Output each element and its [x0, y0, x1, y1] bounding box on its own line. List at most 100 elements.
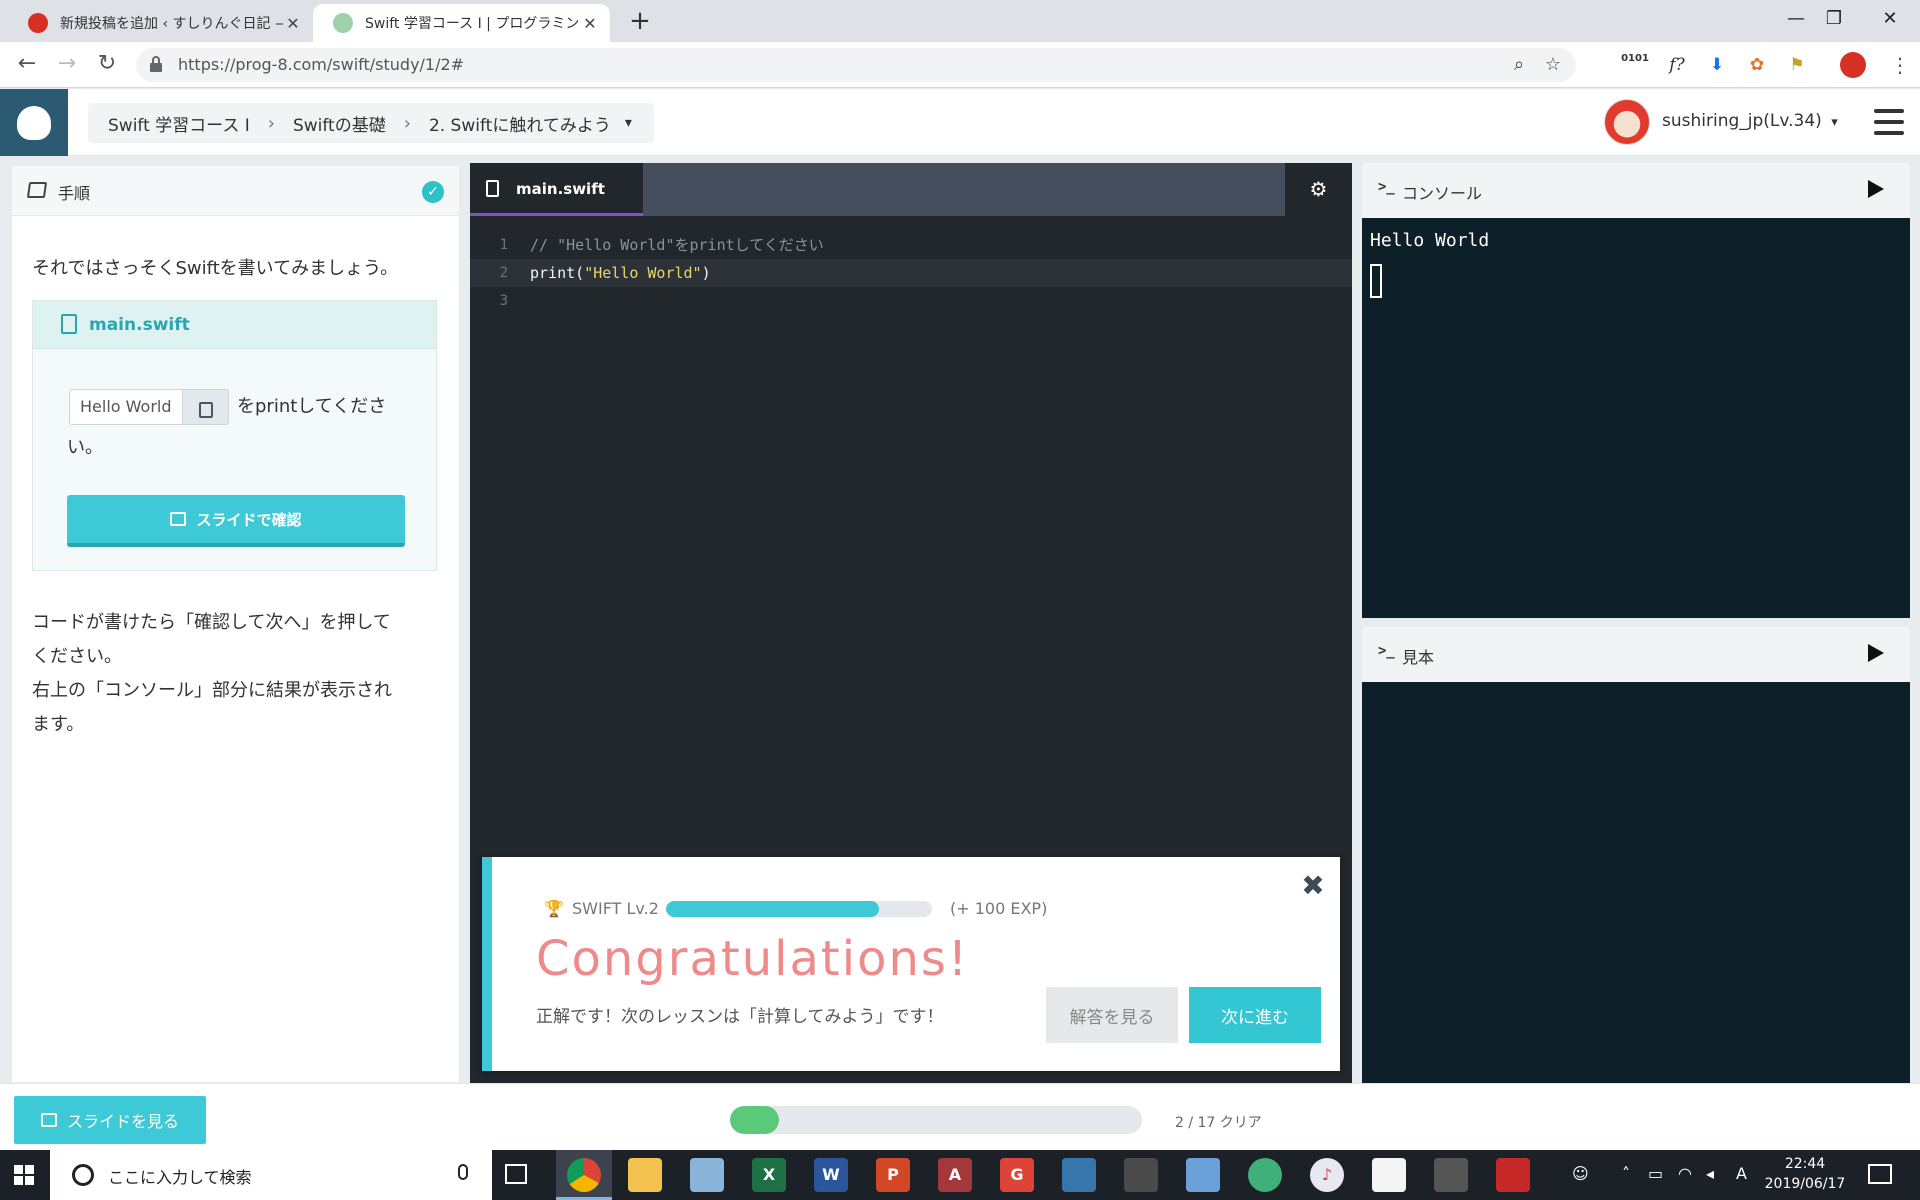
notification-icon[interactable]	[1868, 1164, 1892, 1184]
flag-extension-icon[interactable]: ⚑	[1782, 50, 1812, 80]
close-icon[interactable]: ✕	[580, 14, 600, 33]
progress-label: 2 / 17 クリア	[1175, 1115, 1262, 1131]
console-cursor	[1370, 264, 1382, 298]
powerpoint-icon[interactable]: P	[876, 1158, 910, 1192]
exp-progress-bar	[666, 901, 932, 917]
profile-avatar-icon[interactable]	[1840, 52, 1866, 78]
file-explorer-icon[interactable]	[628, 1158, 662, 1192]
cat-app-icon[interactable]	[1372, 1158, 1406, 1192]
browser-tab-progate[interactable]: Swift 学習コース Ⅰ | プログラミングの ✕	[313, 4, 610, 42]
volume-icon[interactable]: ◂	[1706, 1164, 1714, 1183]
chevron-up-icon[interactable]: ˄	[1622, 1164, 1630, 1183]
atom-icon[interactable]	[1248, 1158, 1282, 1192]
window-close-button[interactable]: ✕	[1862, 0, 1918, 40]
task-file-header: main.swift	[33, 301, 436, 349]
snippet-chip: Hello World	[69, 389, 229, 425]
sample-output	[1362, 682, 1910, 1083]
task-view-icon[interactable]	[505, 1164, 527, 1184]
people-icon[interactable]: ☺	[1572, 1164, 1589, 1183]
breadcrumb-chapter[interactable]: Swiftの基礎	[293, 111, 386, 136]
taskbar-clock[interactable]: 22:44 2019/06/17	[1760, 1154, 1850, 1194]
browser-menu-icon[interactable]: ⋮	[1890, 52, 1910, 78]
console-output-text: Hello World	[1370, 230, 1490, 251]
line-number: 1	[499, 237, 508, 253]
font-extension-icon[interactable]: f?	[1662, 50, 1692, 80]
windows-taskbar: ここに入力して検索 X W P A G ♪ ☺ ˄ ▭ ◠ ◂ A 22:44 …	[0, 1150, 1920, 1200]
paint-icon[interactable]	[1186, 1158, 1220, 1192]
outro-text-1: コードが書けたら「確認して次へ」を押して	[32, 612, 391, 633]
taskbar-search[interactable]: ここに入力して検索	[50, 1150, 492, 1200]
close-icon[interactable]: ✕	[283, 14, 303, 33]
breadcrumb: Swift 学習コース Ⅰ › Swiftの基礎 › 2. Swiftに触れてみ…	[88, 103, 654, 143]
copy-icon[interactable]	[181, 390, 228, 424]
console-header: >_ コンソール	[1362, 163, 1910, 218]
taskbar-search-placeholder: ここに入力して検索	[108, 1168, 252, 1187]
sample-header: >_ 見本	[1362, 627, 1910, 682]
color-extension-icon[interactable]: ✿	[1742, 50, 1772, 80]
bookmark-star-icon[interactable]: ☆	[1540, 52, 1566, 78]
file-icon	[486, 180, 499, 197]
hamburger-menu-icon[interactable]	[1874, 109, 1904, 135]
browser-tab-blog[interactable]: 新規投稿を追加 ‹ すしりんぐ日記 — ✕	[8, 4, 313, 42]
view-slides-button[interactable]: スライドを見る	[14, 1096, 206, 1144]
new-tab-button[interactable]: +	[624, 6, 656, 38]
console-output[interactable]: Hello World	[1362, 218, 1910, 618]
windows-start-icon[interactable]	[0, 1150, 48, 1200]
username-label: sushiring_jp(Lv.34)	[1662, 111, 1822, 131]
lock-icon	[150, 56, 162, 72]
forward-button[interactable]: →	[50, 48, 84, 82]
battery-icon[interactable]: ▭	[1648, 1164, 1663, 1183]
itunes-icon[interactable]: ♪	[1310, 1158, 1344, 1192]
play-icon[interactable]	[1868, 644, 1884, 662]
image-icon	[170, 512, 187, 526]
tube-app-icon[interactable]	[1434, 1158, 1468, 1192]
url-text[interactable]: https://prog-8.com/swift/study/1/2#	[178, 55, 464, 74]
wifi-icon[interactable]: ◠	[1678, 1164, 1692, 1183]
mail-app-icon[interactable]	[690, 1158, 724, 1192]
outro-text-4: ます。	[32, 714, 85, 735]
access-icon[interactable]: A	[938, 1158, 972, 1192]
view-slide-button[interactable]: スライドで確認	[67, 495, 405, 547]
terminal-icon: >_	[1378, 179, 1395, 195]
code-line[interactable]: 3	[470, 287, 1352, 315]
user-menu[interactable]: sushiring_jp(Lv.34) ▾	[1662, 111, 1838, 131]
microphone-icon[interactable]	[458, 1164, 468, 1180]
chevron-down-icon[interactable]: ▾	[625, 115, 632, 131]
zoom-icon[interactable]: ⌕	[1506, 52, 1532, 78]
reload-button[interactable]: ↻	[90, 48, 124, 82]
view-answer-button[interactable]: 解答を見る	[1046, 987, 1178, 1043]
chrome-taskbar-icon[interactable]	[567, 1158, 601, 1192]
intro-text: それではさっそくSwiftを書いてみましょう。	[32, 258, 399, 279]
address-bar[interactable]: https://prog-8.com/swift/study/1/2# ⌕ ☆	[136, 48, 1576, 82]
store-icon[interactable]	[1124, 1158, 1158, 1192]
code-comment: // "Hello World"をprintしてください	[530, 236, 824, 254]
gear-icon[interactable]: ⚙	[1285, 163, 1352, 216]
next-lesson-button[interactable]: 次に進む	[1189, 987, 1321, 1043]
code-line-active[interactable]: 2 print("Hello World")	[470, 259, 1352, 287]
pdf-reader-icon[interactable]	[1496, 1158, 1530, 1192]
chevron-right-icon: ›	[403, 112, 411, 134]
breadcrumb-course[interactable]: Swift 学習コース Ⅰ	[108, 111, 250, 136]
close-icon[interactable]: ✖	[1298, 871, 1328, 901]
terminal-icon: >_	[1378, 643, 1395, 659]
modal-title: Congratulations!	[536, 931, 970, 987]
word-icon[interactable]: W	[814, 1158, 848, 1192]
code-line[interactable]: 1 // "Hello World"をprintしてください	[470, 231, 1352, 259]
excel-icon[interactable]: X	[752, 1158, 786, 1192]
back-button[interactable]: ←	[10, 48, 44, 82]
download-extension-icon[interactable]: ⬇	[1702, 50, 1732, 80]
editor-tab-main-swift[interactable]: main.swift	[470, 163, 643, 216]
book-icon	[26, 182, 48, 198]
input-language-indicator[interactable]: A	[1736, 1164, 1747, 1183]
play-icon[interactable]	[1868, 180, 1884, 198]
progate-logo[interactable]	[0, 89, 68, 156]
avatar[interactable]	[1604, 99, 1650, 145]
sample-title: 見本	[1402, 648, 1435, 667]
restore-button[interactable]: ❐	[1806, 0, 1862, 40]
gmail-icon[interactable]: G	[1000, 1158, 1034, 1192]
lesson-progress-fill	[730, 1106, 779, 1134]
binary-extension-icon[interactable]: 0101	[1620, 50, 1650, 80]
task-file-box: main.swift Hello World をprintしてくださ い。 スラ…	[32, 300, 437, 571]
breadcrumb-lesson[interactable]: 2. Swiftに触れてみよう	[429, 111, 611, 136]
python-icon[interactable]	[1062, 1158, 1096, 1192]
